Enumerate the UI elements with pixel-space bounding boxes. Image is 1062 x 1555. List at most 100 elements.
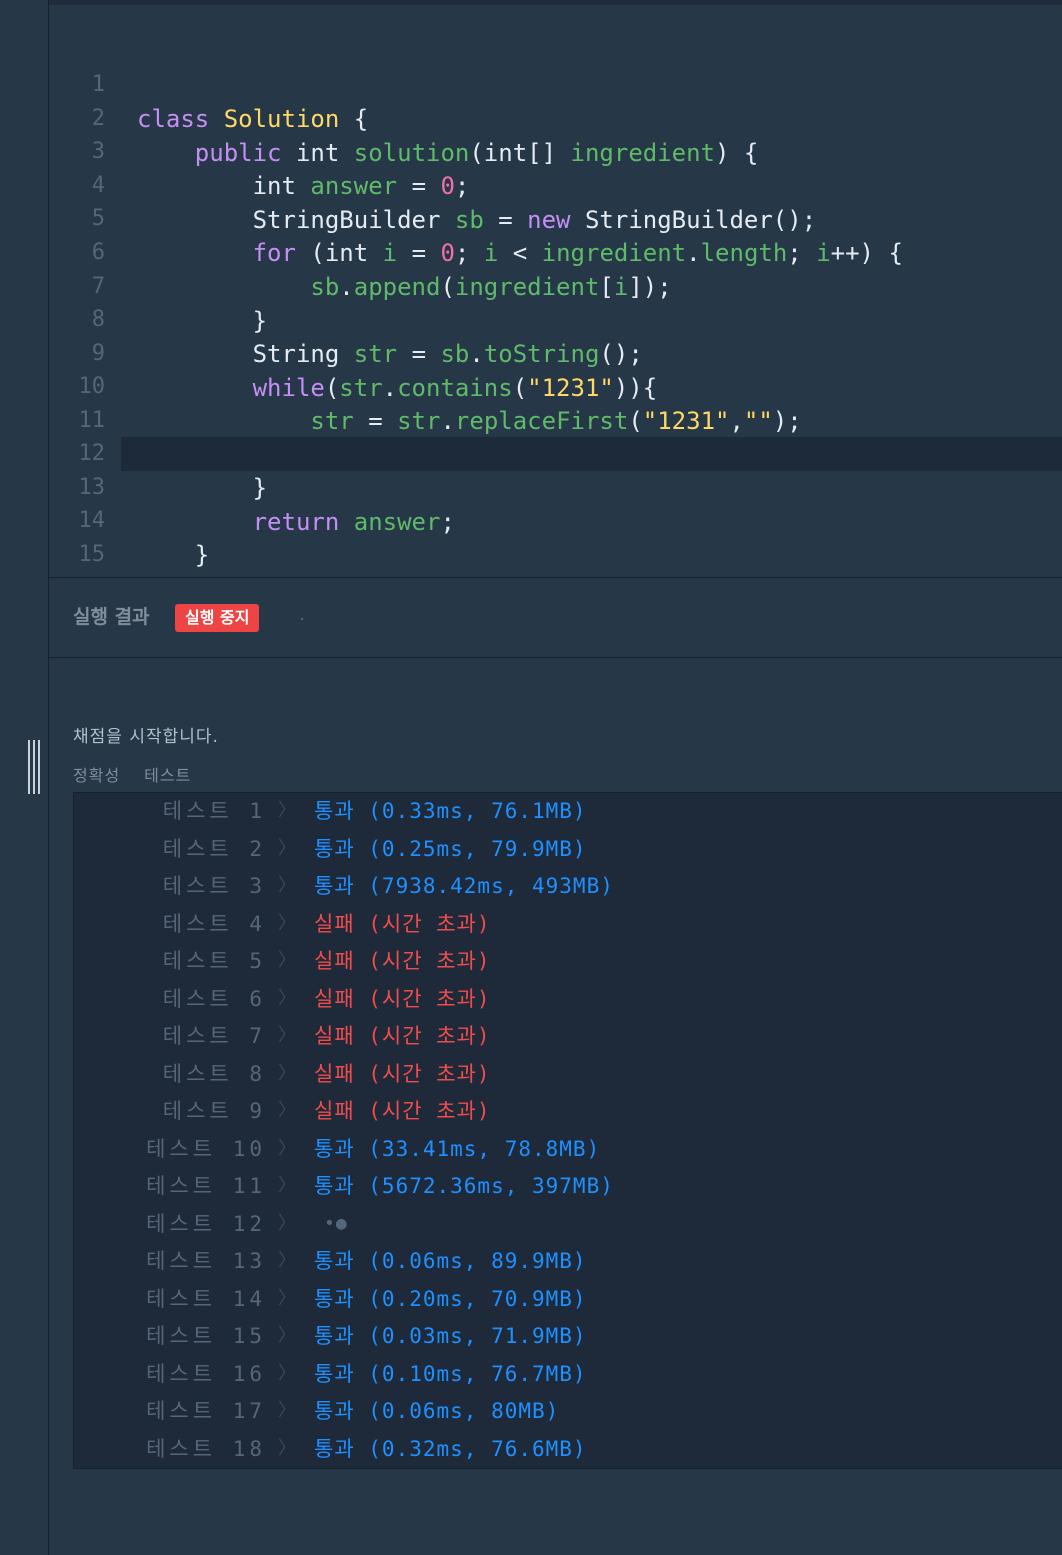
chevron-right-icon: 〉 bbox=[278, 800, 296, 821]
line-number: 15 bbox=[78, 542, 106, 567]
test-name: 테스트 18 bbox=[146, 1436, 266, 1461]
test-result-text: 통과 (0.06ms, 80MB) bbox=[314, 1399, 560, 1423]
chevron-right-icon: 〉 bbox=[278, 1325, 296, 1346]
test-name: 테스트 17 bbox=[146, 1399, 266, 1423]
stop-execution-button[interactable]: 실행 중지 bbox=[175, 604, 260, 632]
test-result-text: 실패 (시간 초과) bbox=[314, 1024, 491, 1048]
chevron-right-icon: 〉 bbox=[278, 1250, 296, 1271]
test-name: 테스트 11 bbox=[146, 1174, 266, 1198]
code-line: 4 StringBuilder sb = new StringBuilder()… bbox=[49, 135, 1062, 234]
test-result-text: 실패 (시간 초과) bbox=[314, 911, 491, 936]
code-line: 10 str = str.replaceFirst("1231",""); bbox=[49, 336, 1062, 435]
code-line: 12 } bbox=[49, 403, 1062, 502]
test-name: 테스트 1 bbox=[162, 799, 266, 823]
test-result-row: 테스트 2 〉 통과 (0.25ms, 79.9MB) bbox=[74, 831, 1062, 867]
test-result-text: 실패 (시간 초과) bbox=[314, 1061, 491, 1086]
resize-handle[interactable] bbox=[28, 740, 42, 794]
chevron-right-icon: 〉 bbox=[278, 875, 296, 896]
test-result-row: 테스트 1 〉 통과 (0.33ms, 76.1MB) bbox=[74, 793, 1062, 829]
code-editor[interactable]: 1 class Solution { 2 public int solution… bbox=[49, 0, 1062, 603]
section-label-test: 테스트 bbox=[144, 766, 192, 785]
test-name: 테스트 6 bbox=[162, 986, 266, 1011]
test-result-row: 테스트 9 〉 실패 (시간 초과) bbox=[74, 1093, 1062, 1129]
test-result-text: 통과 (0.03ms, 71.9MB) bbox=[314, 1324, 587, 1348]
test-result-text: 실패 (시간 초과) bbox=[314, 986, 491, 1011]
test-result-row: 테스트 5 〉 실패 (시간 초과) bbox=[74, 943, 1062, 979]
console-message: 채점을 시작합니다. bbox=[73, 727, 219, 747]
test-result-text: 실패 (시간 초과) bbox=[314, 949, 491, 973]
test-result-row: 테스트 15 〉 통과 (0.03ms, 71.9MB) bbox=[74, 1318, 1062, 1354]
test-name: 테스트 12 bbox=[146, 1211, 266, 1236]
test-result-text: 통과 (5672.36ms, 397MB) bbox=[314, 1174, 614, 1198]
test-name: 테스트 14 bbox=[146, 1286, 266, 1311]
test-result-row: 테스트 16 〉 통과 (0.10ms, 76.7MB) bbox=[74, 1356, 1062, 1392]
chevron-right-icon: 〉 bbox=[278, 1137, 296, 1159]
code-line-active: 13 return answer; bbox=[79, 437, 1062, 536]
section-label: 정확성 테스트 bbox=[73, 762, 215, 786]
code-line: 15 } bbox=[49, 504, 1062, 603]
chevron-right-icon: 〉 bbox=[278, 912, 296, 934]
test-result-text: 통과 (7938.42ms, 493MB) bbox=[314, 874, 614, 898]
test-result-row: 테스트 6 〉 실패 (시간 초과) bbox=[74, 981, 1062, 1017]
code-line: 9 while(str.contains("1231")){ bbox=[49, 303, 1062, 402]
status-dot bbox=[301, 618, 303, 620]
chevron-right-icon: 〉 bbox=[278, 837, 296, 859]
test-result-text: 실패 (시간 초과) bbox=[314, 1099, 491, 1123]
test-name: 테스트 5 bbox=[162, 949, 266, 973]
test-name: 테스트 8 bbox=[162, 1061, 266, 1086]
chevron-right-icon: 〉 bbox=[278, 1212, 296, 1234]
test-name: 테스트 9 bbox=[162, 1099, 266, 1123]
test-result-text: 통과 (0.10ms, 76.7MB) bbox=[314, 1361, 587, 1386]
test-result-row: 테스트 13 〉 통과 (0.06ms, 89.9MB) bbox=[74, 1243, 1062, 1279]
test-results-list: 테스트 1 〉 통과 (0.33ms, 76.1MB) 테스트 2 〉 통과 (0.25m… bbox=[73, 792, 1062, 1469]
test-result-row: 테스트 11 〉 통과 (5672.36ms, 397MB) bbox=[74, 1168, 1062, 1204]
code-line: 6 sb.append(ingredient[i]); bbox=[49, 202, 1062, 301]
test-result-row: 테스트 12 〉 •● bbox=[74, 1206, 1062, 1242]
code-line: 7 } bbox=[49, 236, 1062, 335]
test-name: 테스트 10 bbox=[146, 1136, 266, 1161]
code-line: 2 public int solution(int[] ingredient) … bbox=[49, 68, 1062, 167]
chevron-right-icon: 〉 bbox=[278, 1025, 296, 1046]
section-label-accuracy: 정확성 bbox=[73, 766, 121, 785]
code-line: 11 answer++; bbox=[49, 370, 1062, 469]
chevron-right-icon: 〉 bbox=[278, 987, 296, 1009]
result-header: 실행 결과 실행 중지 bbox=[49, 577, 1062, 658]
code-line: 8 String str = sb.toString(); bbox=[49, 269, 1062, 368]
test-result-text: 통과 (0.06ms, 89.9MB) bbox=[314, 1249, 587, 1273]
result-title: 실행 결과 bbox=[73, 606, 150, 628]
test-result-row: 테스트 10 〉 통과 (33.41ms, 78.8MB) bbox=[74, 1131, 1062, 1167]
chevron-right-icon: 〉 bbox=[278, 1062, 296, 1084]
code-line: 1 class Solution { bbox=[49, 34, 1062, 133]
test-result-row: 테스트 3 〉 통과 (7938.42ms, 493MB) bbox=[74, 868, 1062, 904]
chevron-right-icon: 〉 bbox=[278, 1437, 296, 1459]
test-result-text: 통과 (0.33ms, 76.1MB) bbox=[314, 799, 587, 823]
chevron-right-icon: 〉 bbox=[278, 1287, 296, 1309]
result-console: 채점을 시작합니다. 정확성 테스트 테스트 1 〉 통과 (0.33ms, 76.1… bbox=[49, 658, 1062, 1555]
test-result-row: 테스트 18 〉 통과 (0.32ms, 76.6MB) bbox=[74, 1431, 1062, 1467]
test-name: 테스트 4 bbox=[162, 911, 266, 936]
test-result-text: •● bbox=[324, 1212, 348, 1234]
line-number: 12 bbox=[78, 441, 106, 466]
test-name: 테스트 15 bbox=[146, 1324, 266, 1348]
code-line: 3 int answer = 0; bbox=[49, 101, 1062, 200]
chevron-right-icon: 〉 bbox=[278, 1400, 296, 1421]
chevron-right-icon: 〉 bbox=[278, 950, 296, 971]
chevron-right-icon: 〉 bbox=[278, 1100, 296, 1121]
test-result-text: 통과 (0.32ms, 76.6MB) bbox=[314, 1436, 587, 1461]
chevron-right-icon: 〉 bbox=[278, 1362, 296, 1384]
test-result-row: 테스트 8 〉 실패 (시간 초과) bbox=[74, 1056, 1062, 1092]
test-name: 테스트 2 bbox=[162, 836, 266, 861]
chevron-right-icon: 〉 bbox=[278, 1175, 296, 1196]
test-result-row: 테스트 4 〉 실패 (시간 초과) bbox=[74, 906, 1062, 942]
test-result-text: 통과 (0.20ms, 70.9MB) bbox=[314, 1286, 587, 1311]
test-result-row: 테스트 7 〉 실패 (시간 초과) bbox=[74, 1018, 1062, 1054]
test-result-row: 테스트 14 〉 통과 (0.20ms, 70.9MB) bbox=[74, 1281, 1062, 1317]
test-result-text: 통과 (0.25ms, 79.9MB) bbox=[314, 836, 587, 861]
test-name: 테스트 7 bbox=[162, 1024, 266, 1048]
code-line: 14 } bbox=[49, 470, 1062, 569]
test-name: 테스트 13 bbox=[146, 1249, 266, 1273]
test-result-row: 테스트 17 〉 통과 (0.06ms, 80MB) bbox=[74, 1393, 1062, 1429]
code-line: 5 for (int i = 0; i < ingredient.length;… bbox=[49, 168, 1062, 267]
test-name: 테스트 16 bbox=[146, 1361, 266, 1386]
test-result-text: 통과 (33.41ms, 78.8MB) bbox=[314, 1136, 601, 1161]
